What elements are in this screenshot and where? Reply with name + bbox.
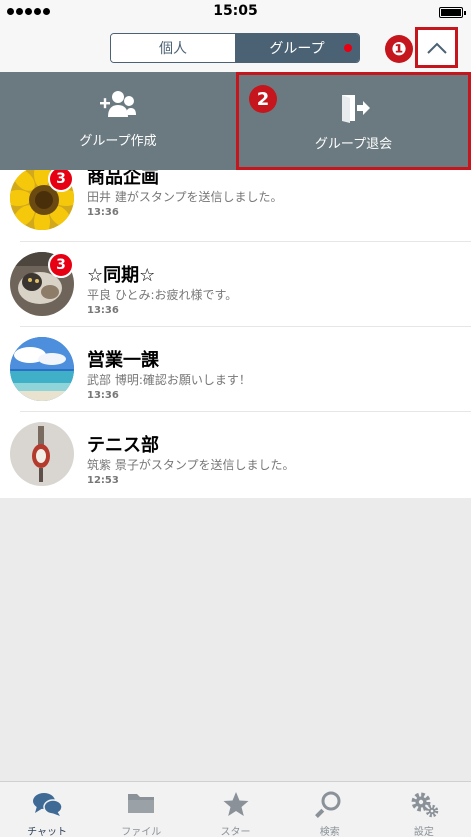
chat-row-sales-section-1[interactable]: 営業一課 武部 博明:確認お願いします！ 13:36 xyxy=(0,327,471,412)
chat-time: 13:36 xyxy=(87,207,119,218)
annotation-marker-2: 2 xyxy=(249,85,277,113)
chat-name: テニス部 xyxy=(87,435,159,456)
chat-time: 13:36 xyxy=(87,305,119,316)
chat-type-segmented-control: 個人 グループ xyxy=(110,33,360,63)
chat-last-message: 武部 博明:確認お願いします！ xyxy=(87,373,251,387)
chevron-up-icon xyxy=(426,42,447,54)
annotation-marker-1: ❶ xyxy=(385,35,413,63)
chat-time: 13:36 xyxy=(87,390,119,401)
battery-icon xyxy=(439,7,466,18)
chat-row-product-planning[interactable]: 3 商品企画 田井 建がスタンプを送信しました。 13:36 xyxy=(0,170,471,241)
tab-settings-label: 設定 xyxy=(413,827,434,837)
group-action-panel: グループ作成 グループ退会 xyxy=(0,72,471,170)
chat-row-douki[interactable]: 3 ☆同期☆ 平良 ひとみ:お疲れ様です。 13:36 xyxy=(0,242,471,327)
avatar xyxy=(10,337,74,401)
chat-last-message: 田井 建がスタンプを送信しました。 xyxy=(87,190,283,204)
exit-door-icon xyxy=(341,95,370,123)
gear-icon xyxy=(411,792,439,818)
segment-personal-label: 個人 xyxy=(159,41,187,57)
tab-files[interactable]: ファイル xyxy=(94,782,188,837)
avatar xyxy=(10,422,74,486)
tab-files-label: ファイル xyxy=(121,827,162,837)
chat-name: 商品企画 xyxy=(87,170,159,188)
search-icon xyxy=(314,791,341,818)
add-group-icon xyxy=(100,91,136,117)
folder-icon xyxy=(128,794,155,813)
create-group-label: グループ作成 xyxy=(79,134,157,149)
segment-group-label: グループ xyxy=(269,41,325,57)
unread-dot xyxy=(344,44,352,52)
bottom-tab-bar: チャット ファイル スター 検索 設定 xyxy=(0,781,471,837)
segment-personal[interactable]: 個人 xyxy=(111,34,235,62)
tab-search-label: 検索 xyxy=(319,827,340,837)
status-time: 15:05 xyxy=(213,3,258,19)
tab-settings[interactable]: 設定 xyxy=(377,782,471,837)
chat-row-tennis-club[interactable]: テニス部 筑紫 景子がスタンプを送信しました。 12:53 xyxy=(0,412,471,497)
chat-list: 3 商品企画 田井 建がスタンプを送信しました。 13:36 3 ☆同期☆ 平良… xyxy=(0,170,471,498)
chat-last-message: 筑紫 景子がスタンプを送信しました。 xyxy=(87,458,295,472)
tab-search[interactable]: 検索 xyxy=(283,782,377,837)
tab-star[interactable]: スター xyxy=(188,782,282,837)
chat-name: ☆同期☆ xyxy=(87,265,156,286)
tab-star-label: スター xyxy=(220,827,251,837)
chat-icon xyxy=(33,793,63,816)
unread-badge: 3 xyxy=(48,252,74,278)
collapse-menu-button[interactable] xyxy=(415,27,458,68)
leave-group-button[interactable]: グループ退会 xyxy=(236,72,471,170)
tab-chat[interactable]: チャット xyxy=(0,782,94,837)
create-group-button[interactable]: グループ作成 xyxy=(0,72,236,170)
star-icon xyxy=(223,792,248,816)
chat-time: 12:53 xyxy=(87,475,119,486)
chat-name: 営業一課 xyxy=(87,350,159,371)
tab-chat-label: チャット xyxy=(27,827,68,837)
chat-last-message: 平良 ひとみ:お疲れ様です。 xyxy=(87,288,238,302)
leave-group-label: グループ退会 xyxy=(314,137,393,152)
status-bar: 15:05 xyxy=(0,0,471,24)
segment-group[interactable]: グループ xyxy=(235,34,359,62)
